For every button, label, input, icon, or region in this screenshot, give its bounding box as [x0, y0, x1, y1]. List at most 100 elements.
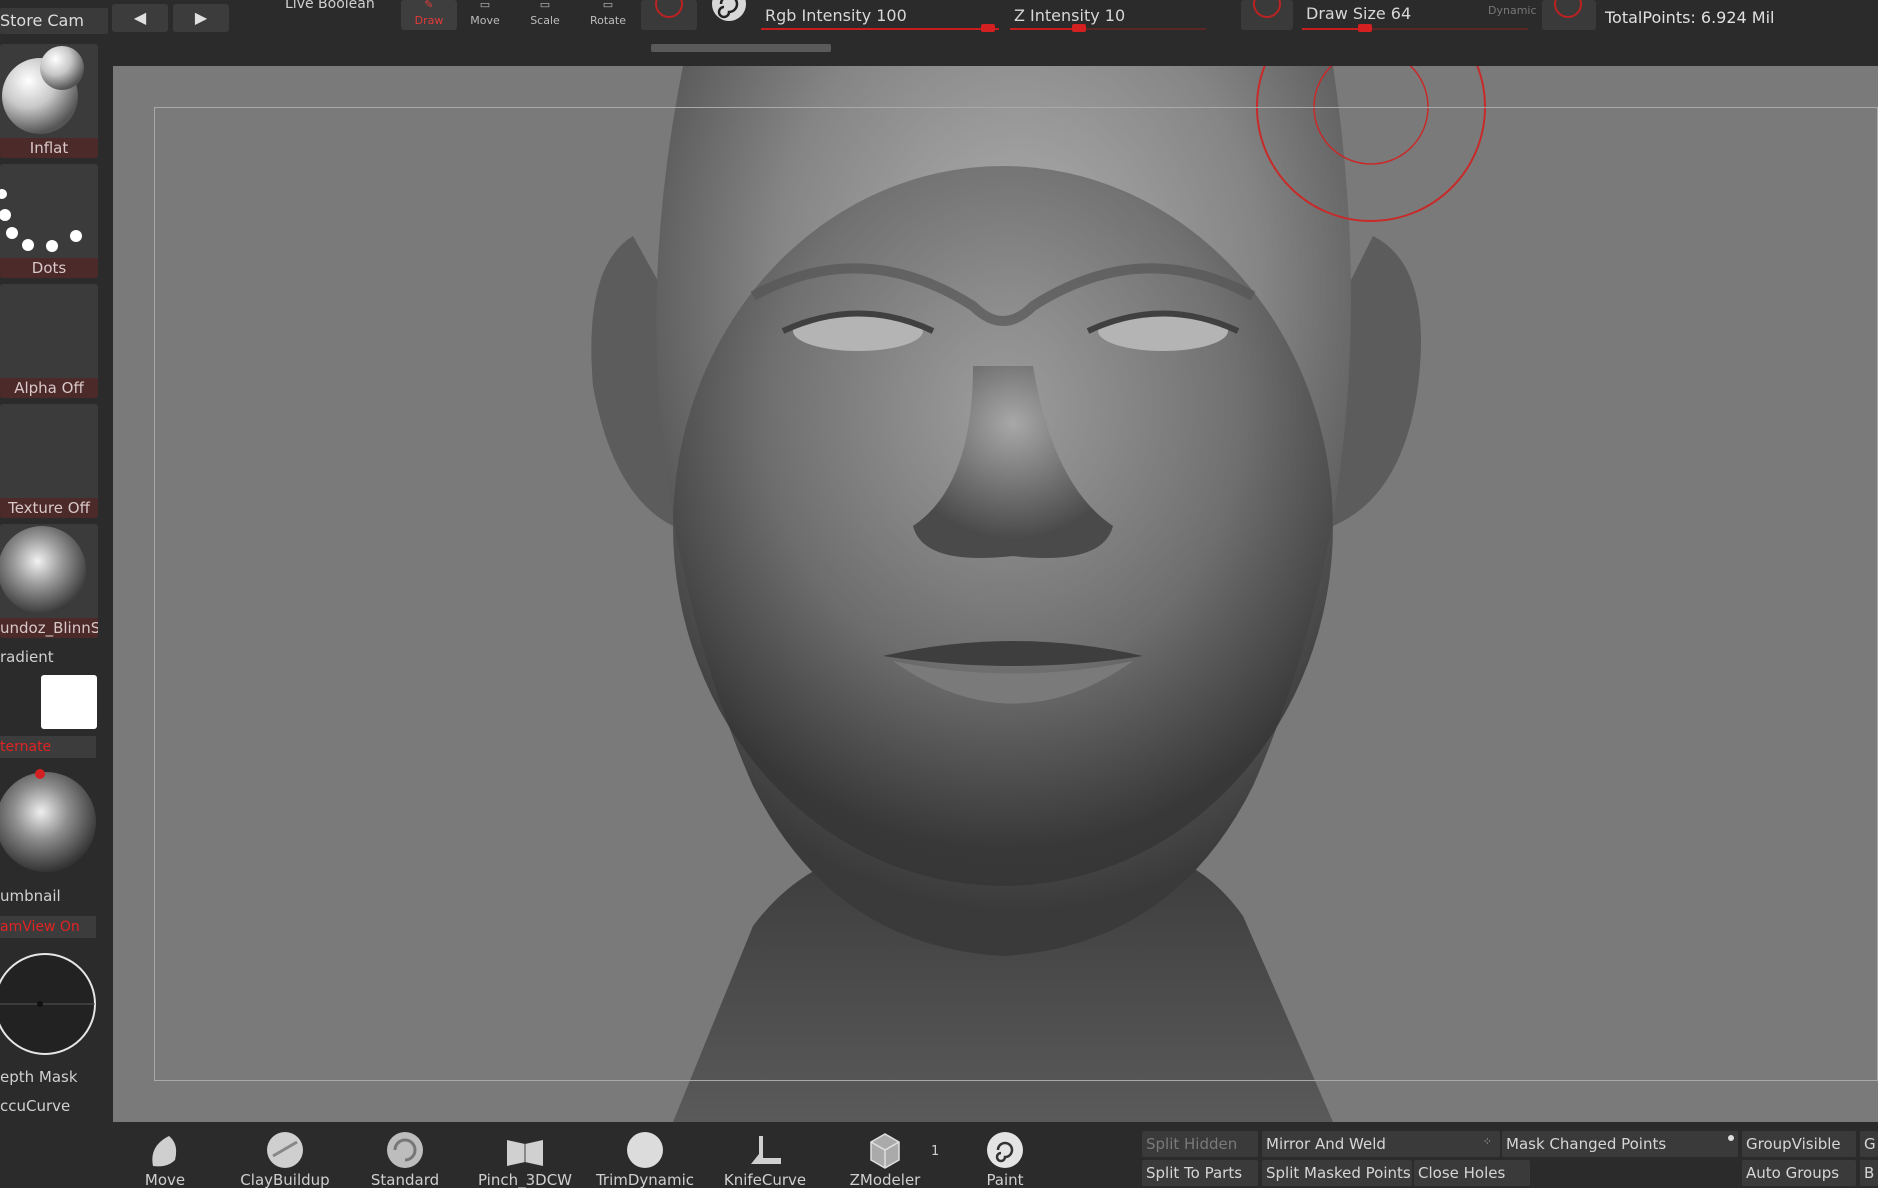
live-boolean-toggle[interactable]: Live Boolean	[285, 0, 375, 12]
thumbnail-sphere[interactable]	[0, 766, 98, 878]
brush-label: TrimDynamic	[595, 1171, 695, 1188]
brush-paint[interactable]: Paint	[955, 1130, 1055, 1188]
dots-stroke-icon	[0, 189, 82, 252]
alternate-toggle[interactable]: ternate	[0, 736, 96, 758]
mirror-and-weld-button[interactable]: Mirror And Weld ⁘	[1262, 1131, 1500, 1157]
knifecurve-brush-icon	[751, 1136, 781, 1164]
prev-camera-button[interactable]: ◀	[112, 4, 168, 32]
option-dot-icon	[1728, 1135, 1734, 1141]
move-tool-button[interactable]: ▭ Move	[458, 0, 512, 30]
texture-name: Texture Off	[0, 498, 98, 518]
brush-zmodeler[interactable]: ZModeler	[835, 1130, 935, 1188]
rotate-icon: ▭	[602, 0, 614, 11]
dynamic-label[interactable]: Dynamic	[1488, 4, 1537, 17]
material-sphere-icon	[0, 526, 86, 614]
bottom-shelf: Move ClayBuildup Standard Pinch_3DCW Tri…	[0, 1122, 1878, 1188]
focal-shift-button[interactable]	[1542, 0, 1596, 30]
z-intensity-label: Z Intensity 10	[1014, 6, 1126, 25]
standard-brush-icon	[387, 1132, 423, 1168]
scale-icon: ▭	[539, 0, 551, 11]
alpha-selector[interactable]: Alpha Off	[0, 284, 98, 398]
accucurve-label[interactable]: ccuCurve	[0, 1097, 70, 1115]
alpha-name: Alpha Off	[0, 378, 98, 398]
brush-label: Paint	[986, 1171, 1024, 1188]
draw-icon: ✎	[424, 0, 434, 11]
move-brush-icon	[152, 1136, 177, 1167]
spiral-icon[interactable]	[710, 0, 748, 24]
rotate-label: Rotate	[589, 14, 626, 27]
scale-tool-button[interactable]: ▭ Scale	[518, 0, 572, 30]
brush-label: Move	[144, 1171, 186, 1188]
texture-selector[interactable]: Texture Off	[0, 404, 98, 518]
material-name: undoz_BlinnSh	[0, 618, 98, 638]
group-visible-button[interactable]: GroupVisible	[1742, 1131, 1856, 1157]
document-frame	[154, 107, 1878, 1081]
rgb-intensity-fill	[761, 28, 999, 30]
brush-label: Pinch_3DCW	[477, 1171, 573, 1188]
dynamic-size-button[interactable]	[1241, 0, 1293, 30]
gradient-label: radient	[0, 648, 54, 666]
rgb-intensity-slider[interactable]: Rgb Intensity 100	[761, 2, 999, 32]
stroke-name: Dots	[0, 258, 98, 278]
z-intensity-fill	[1010, 28, 1081, 30]
scale-label: Scale	[530, 14, 560, 27]
thumbnail-label: umbnail	[0, 887, 61, 905]
brush-label: ClayBuildup	[240, 1171, 330, 1188]
mask-changed-points-label: Mask Changed Points	[1506, 1135, 1667, 1153]
mirror-and-weld-label: Mirror And Weld	[1266, 1135, 1386, 1153]
brush-trimdynamic[interactable]: TrimDynamic	[595, 1130, 695, 1188]
split-hidden-button[interactable]: Split Hidden	[1142, 1131, 1258, 1157]
z-intensity-knob[interactable]	[1072, 24, 1086, 32]
truncated-b-button[interactable]: B	[1860, 1160, 1878, 1186]
draw-size-label: Draw Size 64	[1306, 4, 1412, 23]
brush-label: KnifeCurve	[723, 1171, 807, 1188]
store-cam-button[interactable]: Store Cam	[0, 8, 108, 34]
inflate-brush-icon	[2, 46, 84, 134]
stroke-selector[interactable]: Dots	[0, 164, 98, 278]
brush-move[interactable]: Move	[115, 1130, 215, 1188]
close-holes-button[interactable]: Close Holes	[1414, 1160, 1530, 1186]
brush-selector[interactable]: Inflat	[0, 44, 98, 158]
rgb-intensity-knob[interactable]	[981, 24, 995, 32]
palette-scroll-indicator[interactable]	[651, 44, 831, 52]
top-toolbar: Store Cam ◀ ▶ Live Boolean ✎ Draw ▭ Move…	[0, 0, 1878, 66]
target-ring-icon	[655, 0, 683, 18]
mask-changed-points-button[interactable]: Mask Changed Points	[1502, 1131, 1738, 1157]
total-points-readout: TotalPoints: 6.924 Mil	[1605, 8, 1775, 27]
thumbnail-marker-icon	[35, 769, 45, 779]
draw-label: Draw	[414, 14, 444, 27]
brush-label: Standard	[370, 1171, 440, 1188]
draw-size-knob[interactable]	[1358, 24, 1372, 32]
pinch-brush-icon	[507, 1140, 543, 1166]
brush-knifecurve[interactable]: KnifeCurve	[715, 1130, 815, 1188]
next-camera-button[interactable]: ▶	[173, 4, 229, 32]
focal-ring-icon	[1554, 0, 1582, 18]
size-ring-icon	[1253, 0, 1281, 18]
zmodeler-count: 1	[931, 1144, 940, 1159]
split-masked-points-button[interactable]: Split Masked Points	[1262, 1160, 1412, 1186]
split-to-parts-button[interactable]: Split To Parts	[1142, 1160, 1258, 1186]
brush-standard[interactable]: Standard	[355, 1130, 455, 1188]
auto-groups-button[interactable]: Auto Groups	[1742, 1160, 1856, 1186]
paint-brush-icon	[987, 1132, 1023, 1168]
trimdynamic-brush-icon	[627, 1132, 663, 1168]
draw-tool-button[interactable]: ✎ Draw	[401, 0, 457, 30]
z-intensity-slider[interactable]: Z Intensity 10	[1010, 2, 1206, 32]
claybuildup-brush-icon	[267, 1132, 303, 1168]
rotate-tool-button[interactable]: ▭ Rotate	[581, 0, 635, 30]
axis-options-icon[interactable]: ⁘	[1483, 1131, 1492, 1155]
brush-pinch[interactable]: Pinch_3DCW	[475, 1130, 575, 1188]
document-canvas[interactable]	[113, 66, 1878, 1122]
depth-mask-label[interactable]: epth Mask	[0, 1068, 78, 1086]
persp-view-toggle[interactable]: amView On	[0, 916, 96, 938]
brush-name: Inflat	[0, 138, 98, 158]
truncated-g-button[interactable]: G	[1860, 1131, 1878, 1157]
rgb-intensity-label: Rgb Intensity 100	[765, 6, 907, 25]
material-selector[interactable]: undoz_BlinnSh	[0, 524, 98, 638]
depth-mask-curve[interactable]	[0, 946, 98, 1066]
move-label: Move	[470, 14, 500, 27]
brush-claybuildup[interactable]: ClayBuildup	[235, 1130, 335, 1188]
color-swatch[interactable]	[41, 675, 97, 729]
brush-label: ZModeler	[849, 1171, 921, 1188]
symmetry-target-button[interactable]	[641, 0, 697, 30]
